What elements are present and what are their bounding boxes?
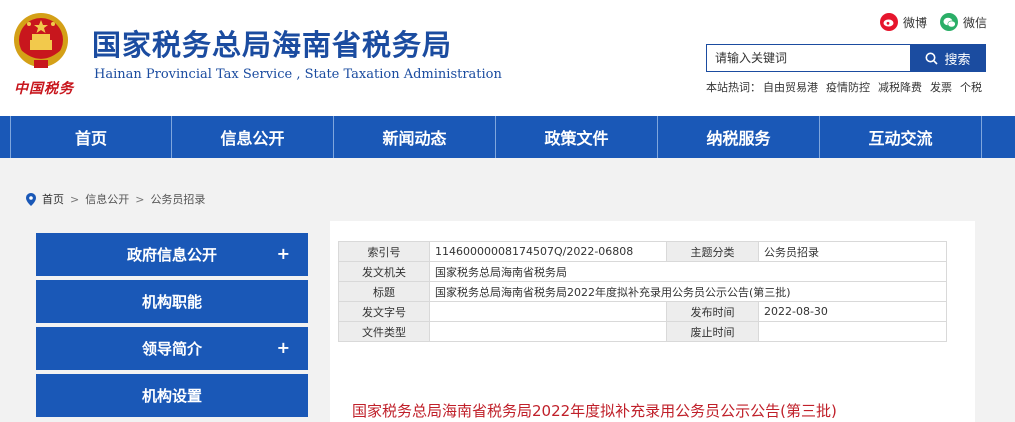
breadcrumb-separator: > xyxy=(70,192,80,206)
pubdate-value: 2022-08-30 xyxy=(758,301,947,322)
search-input[interactable] xyxy=(706,44,910,72)
nav-item-interaction[interactable]: 互动交流 xyxy=(820,116,982,158)
docno-value xyxy=(429,301,667,322)
abolish-value xyxy=(758,321,947,342)
expand-icon[interactable]: + xyxy=(277,338,290,357)
document-meta-table: 索引号 11460000008174507Q/2022-06808 主题分类 公… xyxy=(338,241,947,342)
doctype-label: 文件类型 xyxy=(338,321,430,342)
nav-item-info-disclosure[interactable]: 信息公开 xyxy=(172,116,334,158)
nav-item-policy[interactable]: 政策文件 xyxy=(496,116,658,158)
hot-word[interactable]: 个税 xyxy=(960,79,982,95)
table-row: 发文机关 国家税务总局海南省税务局 xyxy=(338,261,947,282)
breadcrumb-item-home[interactable]: 首页 xyxy=(42,191,64,207)
hot-word[interactable]: 发票 xyxy=(930,79,952,95)
weibo-icon xyxy=(880,13,898,31)
title-label: 标题 xyxy=(338,281,430,302)
site-subtitle: Hainan Provincial Tax Service , State Ta… xyxy=(94,67,502,82)
sidebar-item-structure[interactable]: 机构设置 xyxy=(36,374,308,417)
search-box: 搜索 xyxy=(706,44,986,72)
sidebar-item-label: 政府信息公开 xyxy=(126,246,217,264)
category-value: 公务员招录 xyxy=(758,241,947,262)
site-title[interactable]: 国家税务总局海南省税务局 xyxy=(92,22,452,64)
abolish-label: 废止时间 xyxy=(666,321,759,342)
national-emblem-icon xyxy=(14,13,68,68)
article-title: 国家税务总局海南省税务局2022年度拟补充录用公务员公示公告(第三批) xyxy=(352,402,837,420)
hot-word[interactable]: 疫情防控 xyxy=(826,79,870,95)
search-button[interactable]: 搜索 xyxy=(910,44,986,72)
hot-words-label: 本站热词： xyxy=(706,81,761,94)
location-pin-icon xyxy=(26,192,36,206)
wechat-link[interactable]: 微信 xyxy=(940,13,987,31)
site-header: 中国税务 国家税务总局海南省税务局 Hainan Provincial Tax … xyxy=(0,0,1015,116)
pubdate-label: 发布时间 xyxy=(666,301,759,322)
breadcrumb-separator: > xyxy=(135,192,145,206)
doctype-value xyxy=(429,321,667,342)
title-value: 国家税务总局海南省税务局2022年度拟补充录用公务员公示公告(第三批) xyxy=(429,281,947,302)
wechat-icon xyxy=(940,13,958,31)
sidebar: 政府信息公开 + 机构职能 领导简介 + 机构设置 xyxy=(36,233,308,421)
weibo-link[interactable]: 微博 xyxy=(880,13,927,31)
docno-label: 发文字号 xyxy=(338,301,430,322)
index-label: 索引号 xyxy=(338,241,430,262)
nav-item-tax-service[interactable]: 纳税服务 xyxy=(658,116,820,158)
breadcrumb-item-current[interactable]: 公务员招录 xyxy=(150,191,205,207)
category-label: 主题分类 xyxy=(666,241,759,262)
table-row: 索引号 11460000008174507Q/2022-06808 主题分类 公… xyxy=(338,241,947,262)
article-panel: 索引号 11460000008174507Q/2022-06808 主题分类 公… xyxy=(330,221,975,422)
issuer-label: 发文机关 xyxy=(338,261,430,282)
hot-words: 本站热词： 自由贸易港 疫情防控 减税降费 发票 个税 xyxy=(706,79,982,95)
sidebar-item-functions[interactable]: 机构职能 xyxy=(36,280,308,323)
breadcrumb-item-info[interactable]: 信息公开 xyxy=(85,191,129,207)
emblem-caption: 中国税务 xyxy=(14,81,74,97)
issuer-value: 国家税务总局海南省税务局 xyxy=(429,261,947,282)
sidebar-item-leaders[interactable]: 领导简介 + xyxy=(36,327,308,370)
hot-word[interactable]: 自由贸易港 xyxy=(763,79,818,95)
hot-word[interactable]: 减税降费 xyxy=(878,79,922,95)
weibo-label: 微博 xyxy=(903,15,928,30)
index-value: 11460000008174507Q/2022-06808 xyxy=(429,241,667,262)
sidebar-item-label: 机构设置 xyxy=(141,387,202,405)
sidebar-item-gov-info[interactable]: 政府信息公开 + xyxy=(36,233,308,276)
table-row: 标题 国家税务总局海南省税务局2022年度拟补充录用公务员公示公告(第三批) xyxy=(338,281,947,302)
expand-icon[interactable]: + xyxy=(277,244,290,263)
table-row: 文件类型 废止时间 xyxy=(338,321,947,342)
main-nav: 首页 信息公开 新闻动态 政策文件 纳税服务 互动交流 xyxy=(0,116,1015,158)
search-icon xyxy=(925,52,939,65)
search-button-label: 搜索 xyxy=(944,52,971,68)
sidebar-item-label: 领导简介 xyxy=(141,340,202,358)
nav-item-home[interactable]: 首页 xyxy=(10,116,172,158)
table-row: 发文字号 发布时间 2022-08-30 xyxy=(338,301,947,322)
wechat-label: 微信 xyxy=(963,15,988,30)
nav-item-news[interactable]: 新闻动态 xyxy=(334,116,496,158)
sidebar-item-label: 机构职能 xyxy=(141,293,202,311)
breadcrumb: 首页 > 信息公开 > 公务员招录 xyxy=(26,191,205,207)
